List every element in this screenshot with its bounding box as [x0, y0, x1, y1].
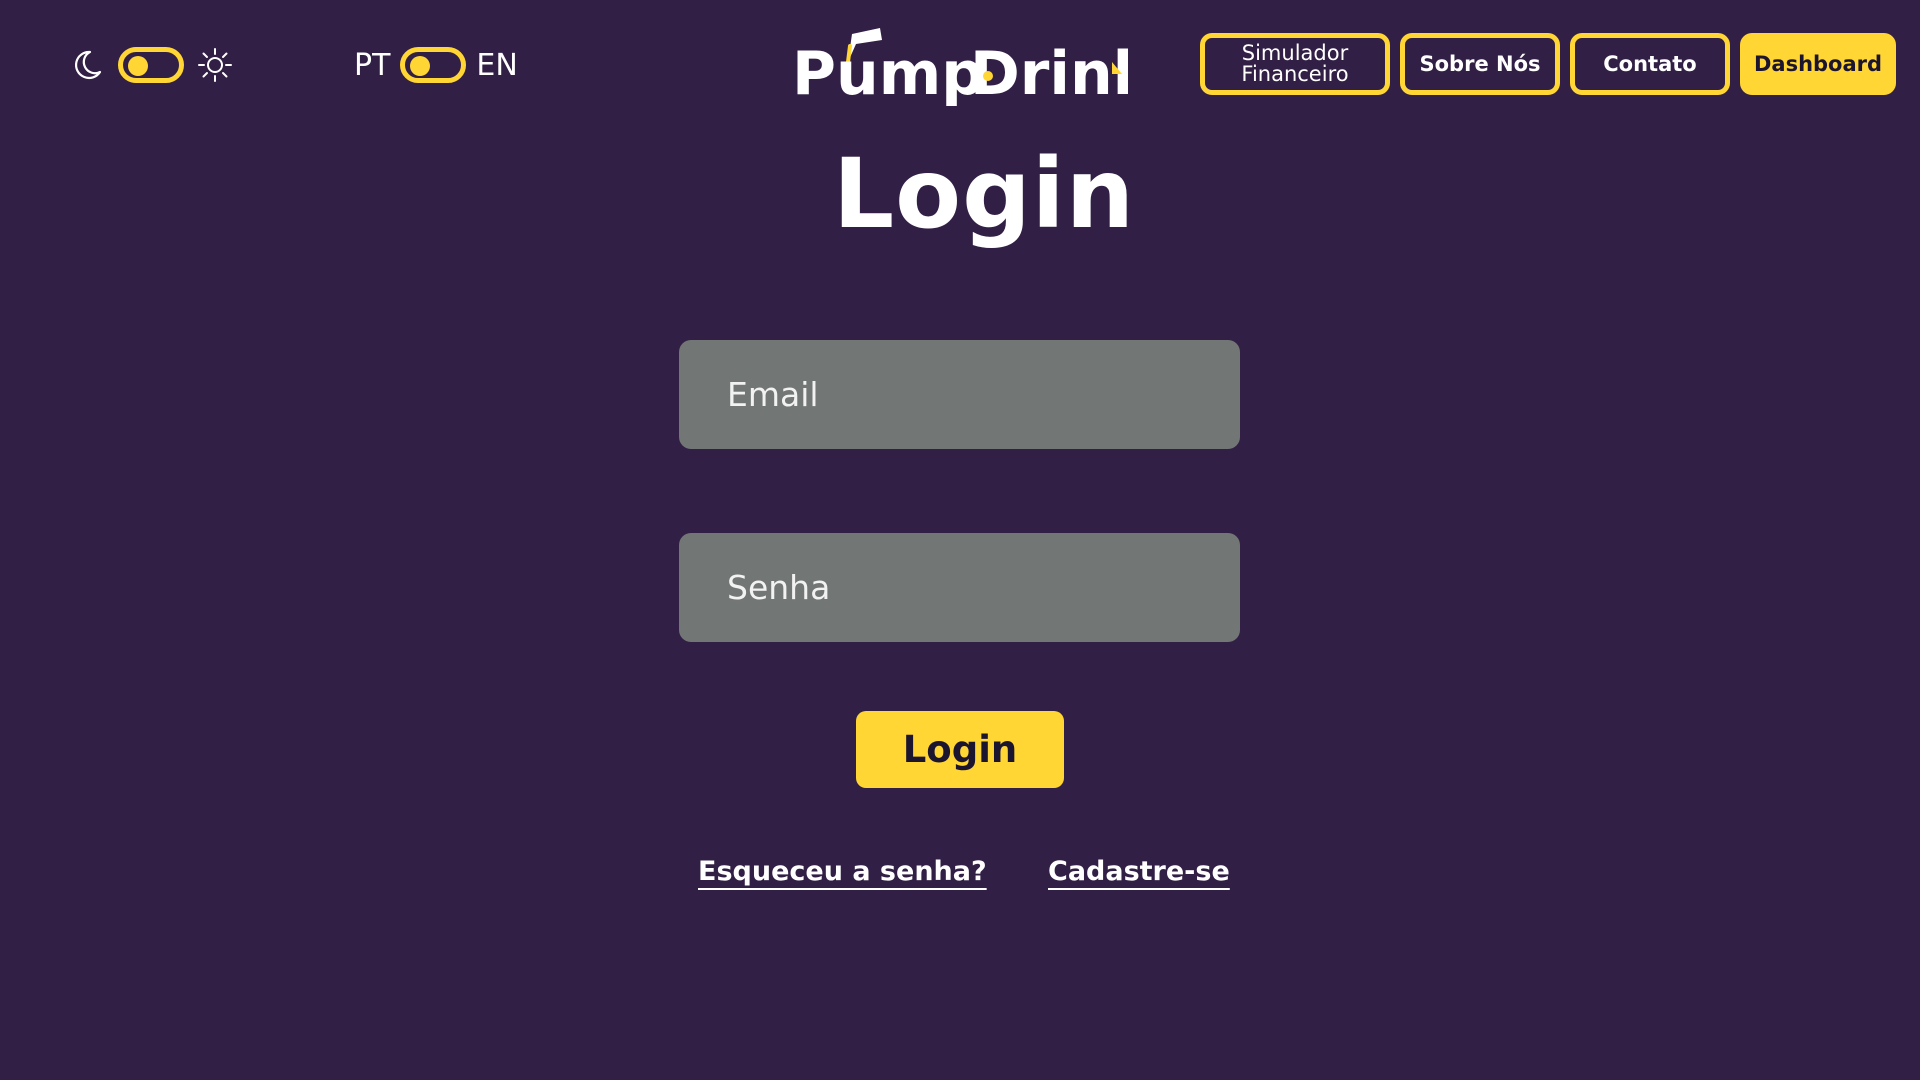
moon-icon: [68, 46, 106, 84]
theme-toggle-knob: [128, 56, 148, 76]
forgot-password-link[interactable]: Esqueceu a senha?: [698, 856, 987, 887]
theme-toggle-group: [68, 40, 234, 90]
signup-link[interactable]: Cadastre-se: [1048, 856, 1230, 887]
nav-contato-button[interactable]: Contato: [1570, 33, 1730, 95]
language-toggle-knob: [410, 56, 431, 76]
lang-label-pt: PT: [354, 47, 391, 83]
theme-toggle-switch[interactable]: [118, 47, 184, 83]
language-toggle-switch[interactable]: [400, 47, 467, 83]
logo-text-pump: Pump: [792, 39, 984, 106]
nav-dashboard-button[interactable]: Dashboard: [1740, 33, 1896, 95]
nav-simulador-financeiro-button[interactable]: Simulador Financeiro: [1200, 33, 1390, 95]
password-field[interactable]: [679, 533, 1240, 642]
nav-sobre-nos-button[interactable]: Sobre Nós: [1400, 33, 1560, 95]
email-field[interactable]: [679, 340, 1240, 449]
page-title: Login: [832, 138, 1136, 250]
logo-text-drink: Drink: [970, 39, 1128, 106]
login-button[interactable]: Login: [856, 711, 1064, 788]
language-toggle-group: PT EN: [354, 40, 518, 90]
sun-icon: [196, 46, 234, 84]
pump-drink-logo[interactable]: Pump Drink: [792, 22, 1128, 106]
lang-label-en: EN: [476, 47, 518, 83]
top-bar: PT EN Pump Drink Simulador Financeiro So…: [0, 0, 1920, 130]
main-nav: Simulador Financeiro Sobre Nós Contato D…: [1190, 33, 1896, 95]
